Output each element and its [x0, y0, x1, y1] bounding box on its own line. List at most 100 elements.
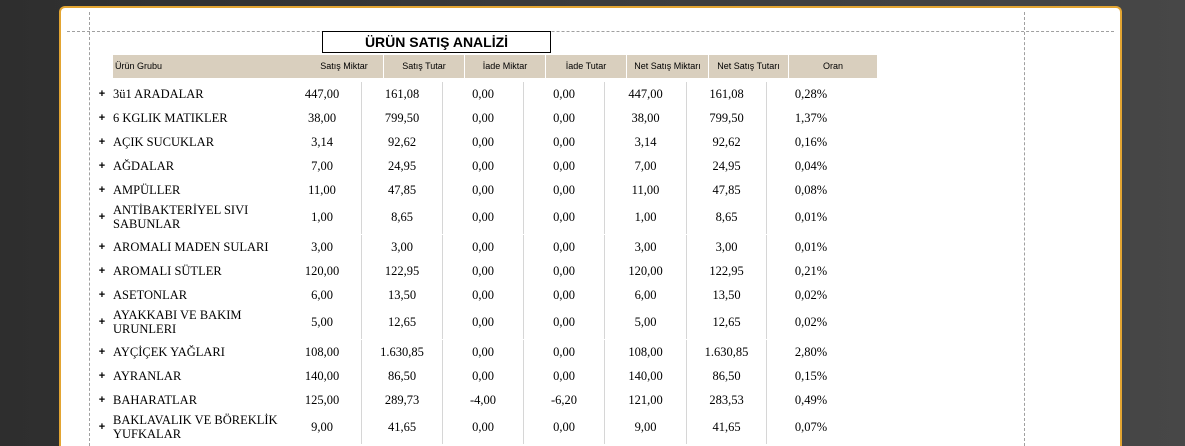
cell-iade-miktar: 0,00	[443, 130, 524, 154]
cell-satis-tutar: 86,50	[362, 364, 443, 388]
cell-iade-miktar: 0,00	[443, 340, 524, 364]
cell-net-satis-tutari: 41,65	[687, 410, 767, 444]
cell-satis-tutar: 92,62	[362, 130, 443, 154]
cell-net-satis-tutari: 47,85	[687, 178, 767, 202]
cell-net-satis-tutari: 1.630,85	[687, 340, 767, 364]
cell-satis-miktar: 7,00	[283, 154, 362, 178]
cell-net-satis-miktari: 3,00	[605, 235, 687, 259]
header-iade-tutar: İade Tutar	[546, 55, 627, 78]
cell-iade-tutar: 0,00	[524, 364, 605, 388]
cell-satis-miktar: 11,00	[283, 178, 362, 202]
cell-iade-tutar: 0,00	[524, 154, 605, 178]
cell-net-satis-miktari: 11,00	[605, 178, 687, 202]
cell-iade-tutar: 0,00	[524, 259, 605, 283]
expand-plus-icon[interactable]: +	[91, 283, 113, 307]
cell-satis-miktar: 125,00	[283, 388, 362, 412]
expand-plus-icon[interactable]: +	[91, 364, 113, 388]
cell-satis-miktar: 447,00	[283, 82, 362, 106]
cell-satis-tutar: 289,73	[362, 388, 443, 412]
expand-plus-icon[interactable]: +	[91, 178, 113, 202]
table-row[interactable]: + AROMALI SÜTLER 120,00 122,95 0,00 0,00 120,0…	[91, 259, 855, 283]
table-row[interactable]: + AYRANLAR 140,00 86,50 0,00 0,00 140,00 86,50 0…	[91, 364, 855, 388]
cell-iade-tutar: 0,00	[524, 410, 605, 444]
expand-plus-icon[interactable]: +	[91, 154, 113, 178]
cell-net-satis-miktari: 1,00	[605, 200, 687, 234]
expand-plus-icon[interactable]: +	[91, 200, 113, 234]
table-row[interactable]: + BAKLAVALIK VE BÖREKLİK YUFKALAR 9,00 41,6…	[91, 410, 855, 444]
table-row[interactable]: + AYAKKABI VE BAKIM URUNLERI 5,00 12,65 0,00…	[91, 305, 855, 339]
header-net-satis-miktari: Net Satış Miktarı	[627, 55, 709, 78]
margin-guide-right	[1024, 12, 1025, 446]
product-group-name: AYAKKABI VE BAKIM URUNLERI	[113, 308, 242, 336]
cell-net-satis-tutari: 122,95	[687, 259, 767, 283]
cell-iade-tutar: 0,00	[524, 82, 605, 106]
table-header: Ürün Grubu Satış Miktar Satış Tutar İade…	[113, 55, 877, 78]
cell-satis-tutar: 24,95	[362, 154, 443, 178]
cell-oran: 0,21%	[794, 264, 828, 278]
cell-oran: 0,02%	[794, 315, 828, 329]
cell-oran: 0,49%	[794, 393, 828, 407]
cell-net-satis-miktari: 120,00	[605, 259, 687, 283]
table-row[interactable]: + AYÇİÇEK YAĞLARI 108,00 1.630,85 0,00 0,00 10…	[91, 340, 855, 364]
header-urun-grubu: Ürün Grubu	[115, 61, 163, 71]
cell-net-satis-tutari: 86,50	[687, 364, 767, 388]
product-group-name: AMPÜLLER	[113, 183, 181, 197]
table-row[interactable]: + ANTİBAKTERİYEL SIVI SABUNLAR 1,00 8,65 0,0…	[91, 200, 855, 234]
cell-iade-tutar: -6,20	[524, 388, 605, 412]
expand-plus-icon[interactable]: +	[91, 235, 113, 259]
cell-iade-tutar: 0,00	[524, 178, 605, 202]
table-row[interactable]: +3ü1 ARADALAR 447,00 161,08 0,00 0,00 447,00 1…	[91, 82, 855, 106]
cell-satis-miktar: 140,00	[283, 364, 362, 388]
cell-satis-tutar: 13,50	[362, 283, 443, 307]
cell-oran: 0,15%	[794, 369, 828, 383]
expand-plus-icon[interactable]: +	[91, 259, 113, 283]
cell-iade-miktar: 0,00	[443, 283, 524, 307]
cell-satis-miktar: 3,00	[283, 235, 362, 259]
table-row[interactable]: + AÇIK SUCUKLAR 3,14 92,62 0,00 0,00 3,14 92,62…	[91, 130, 855, 154]
cell-net-satis-tutari: 12,65	[687, 305, 767, 339]
cell-iade-tutar: 0,00	[524, 130, 605, 154]
table-row[interactable]: + AMPÜLLER 11,00 47,85 0,00 0,00 11,00 47,85 0,0…	[91, 178, 855, 202]
cell-net-satis-miktari: 121,00	[605, 388, 687, 412]
cell-oran: 0,28%	[794, 87, 828, 101]
report-page: ÜRÜN SATIŞ ANALİZİ Ürün Grubu Satış Mikt…	[59, 6, 1122, 446]
cell-oran: 0,02%	[794, 288, 828, 302]
cell-oran: 0,01%	[794, 210, 828, 224]
table-row[interactable]: +6 KGLIK MATIKLER 38,00 799,50 0,00 0,00 38,0…	[91, 106, 855, 130]
expand-plus-icon[interactable]: +	[91, 410, 113, 444]
expand-plus-icon[interactable]: +	[91, 305, 113, 339]
cell-iade-tutar: 0,00	[524, 106, 605, 130]
header-satis-tutar: Satış Tutar	[384, 55, 465, 78]
cell-satis-miktar: 6,00	[283, 283, 362, 307]
expand-plus-icon[interactable]: +	[91, 340, 113, 364]
expand-plus-icon[interactable]: +	[91, 388, 113, 412]
cell-iade-miktar: 0,00	[443, 410, 524, 444]
product-group-name: AROMALI MADEN SULARI	[113, 240, 269, 254]
header-iade-miktar: İade Miktar	[465, 55, 546, 78]
cell-satis-miktar: 3,14	[283, 130, 362, 154]
cell-net-satis-miktari: 108,00	[605, 340, 687, 364]
cell-net-satis-tutari: 3,00	[687, 235, 767, 259]
cell-oran: 2,80%	[794, 345, 828, 359]
table-row[interactable]: + AĞDALAR 7,00 24,95 0,00 0,00 7,00 24,95 0,04%	[91, 154, 855, 178]
cell-oran: 0,16%	[794, 135, 828, 149]
cell-oran: 0,08%	[794, 183, 828, 197]
expand-plus-icon[interactable]: +	[91, 130, 113, 154]
cell-net-satis-tutari: 283,53	[687, 388, 767, 412]
cell-net-satis-miktari: 5,00	[605, 305, 687, 339]
table-row[interactable]: + AROMALI MADEN SULARI 3,00 3,00 0,00 0,00 3,0…	[91, 235, 855, 259]
cell-net-satis-tutari: 161,08	[687, 82, 767, 106]
expand-plus-icon[interactable]: +	[91, 82, 113, 106]
product-group-name: 6 KGLIK MATIKLER	[113, 111, 228, 125]
table-row[interactable]: + ASETONLAR 6,00 13,50 0,00 0,00 6,00 13,50 0,02…	[91, 283, 855, 307]
cell-net-satis-miktari: 38,00	[605, 106, 687, 130]
report-title: ÜRÜN SATIŞ ANALİZİ	[322, 31, 551, 53]
cell-oran: 0,04%	[794, 159, 828, 173]
expand-plus-icon[interactable]: +	[91, 106, 113, 130]
margin-guide-left	[89, 12, 90, 446]
cell-net-satis-miktari: 7,00	[605, 154, 687, 178]
cell-net-satis-tutari: 24,95	[687, 154, 767, 178]
product-group-name: AYÇİÇEK YAĞLARI	[113, 345, 225, 359]
table-row[interactable]: + BAHARATLAR 125,00 289,73 -4,00 -6,20 121,00 2…	[91, 388, 855, 412]
cell-iade-tutar: 0,00	[524, 200, 605, 234]
